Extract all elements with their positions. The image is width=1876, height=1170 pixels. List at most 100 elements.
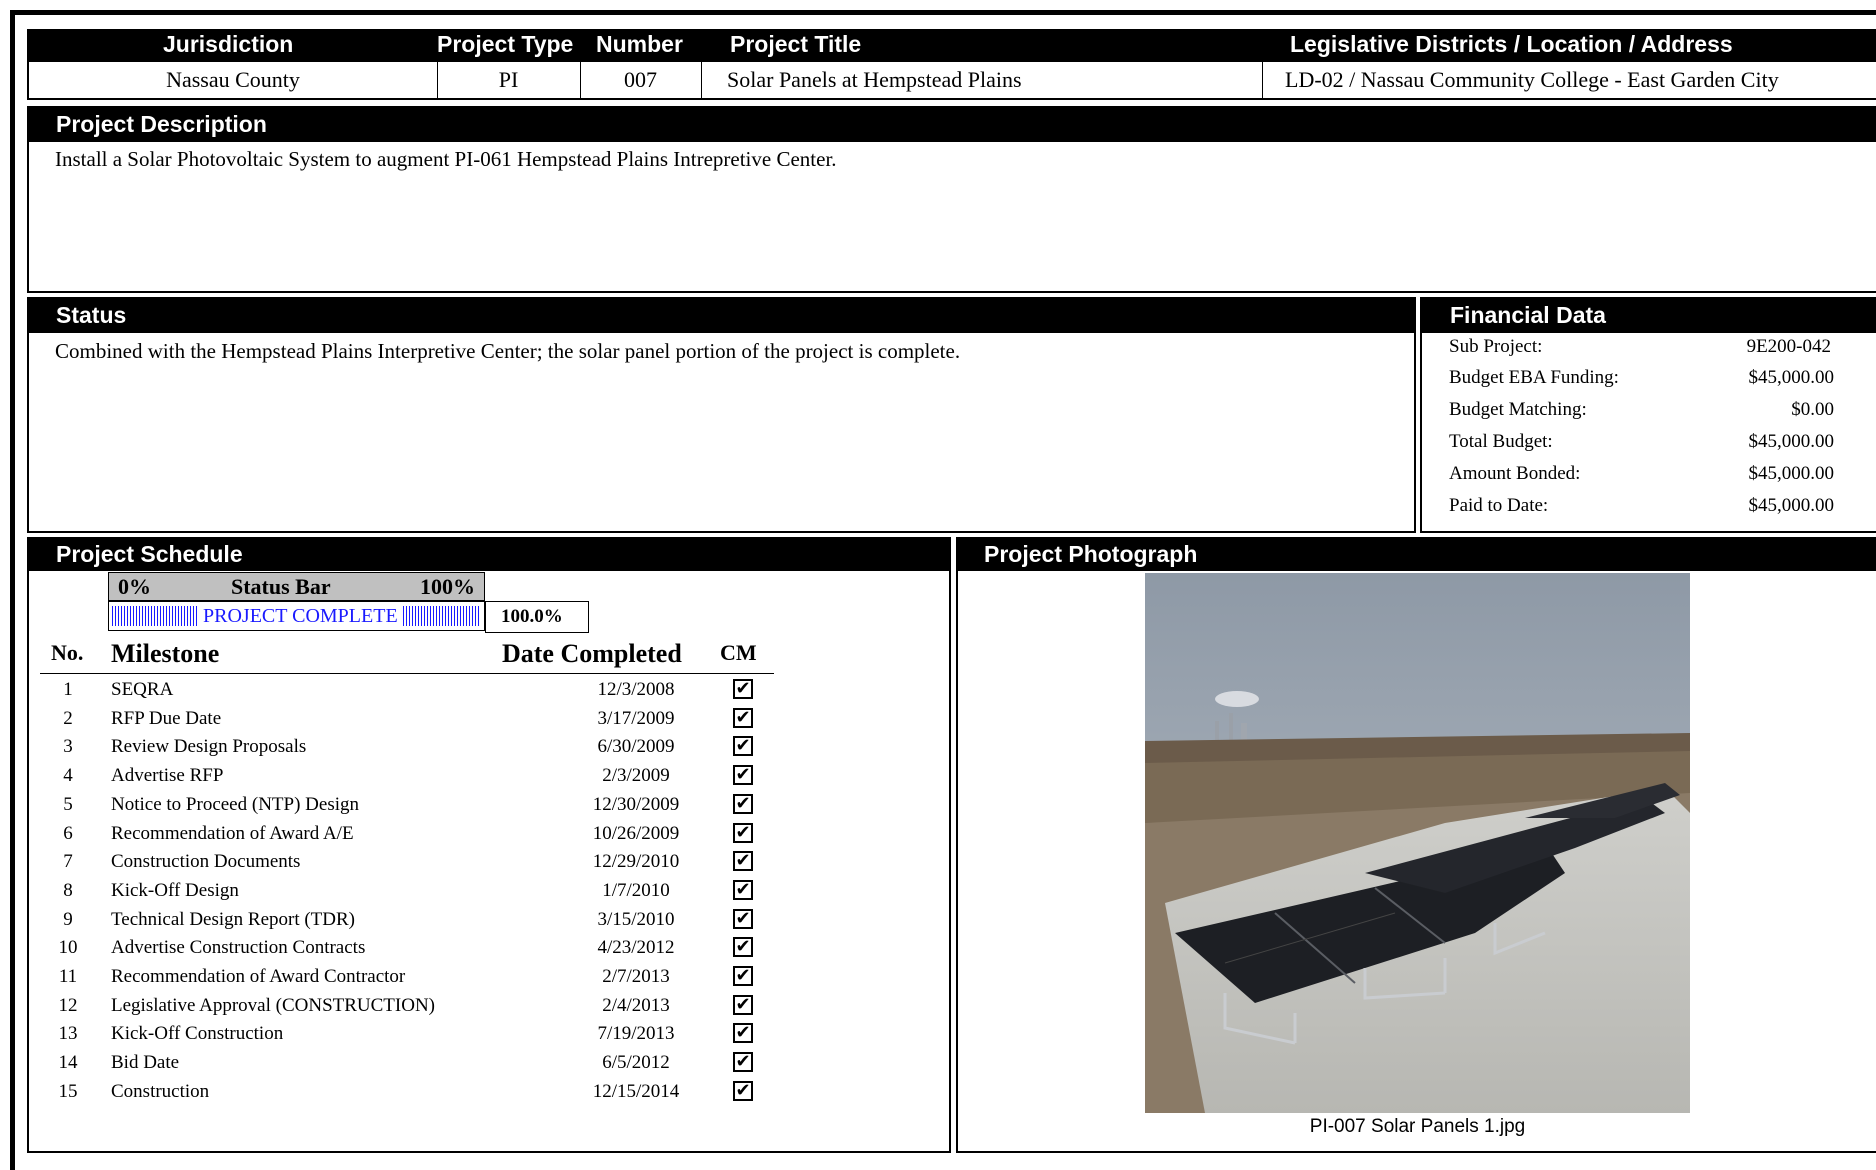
financial-value: $45,000.00 <box>1748 463 1835 484</box>
milestone-row: 9 Technical Design Report (TDR) 3/15/2010 ✔ <box>40 906 780 934</box>
milestone-name: SEQRA <box>111 679 174 700</box>
milestone-date: 2/4/2013 <box>602 994 670 1016</box>
milestone-row: 14 Bid Date 6/5/2012 ✔ <box>40 1049 780 1077</box>
milestone-date: 6/5/2012 <box>602 1052 670 1074</box>
milestone-number: 9 <box>63 908 73 930</box>
milestone-name: Advertise Construction Contracts <box>111 937 366 959</box>
project-type-value: PI <box>498 67 519 92</box>
description-title: Project Description <box>56 111 267 137</box>
milestone-row: 11 Recommendation of Award Contractor 2/7/… <box>40 963 780 991</box>
status-title-bar <box>27 297 1416 333</box>
milestone-checkbox[interactable]: ✔ <box>733 1080 753 1101</box>
financial-value: 9E200-042 <box>1746 336 1831 357</box>
milestone-number: 8 <box>63 879 73 901</box>
milestone-checkbox[interactable]: ✔ <box>733 1052 753 1073</box>
description-text: Install a Solar Photovoltaic System to a… <box>55 147 837 171</box>
milestone-name: Technical Design Report (TDR) <box>111 908 356 930</box>
col-header-date: Date Completed <box>502 639 682 668</box>
milestone-name: Notice to Proceed (NTP) Design <box>111 793 359 815</box>
financial-value: $45,000.00 <box>1748 495 1835 516</box>
col-header-milestone: Milestone <box>111 639 220 668</box>
status-percent-box: 100.0% <box>485 601 589 633</box>
milestone-row: 7 Construction Documents 12/29/2010 ✔ <box>40 848 780 876</box>
milestone-checkbox[interactable]: ✔ <box>733 765 753 786</box>
milestone-checkbox[interactable]: ✔ <box>733 851 753 872</box>
milestone-checkbox[interactable]: ✔ <box>733 908 753 929</box>
milestone-name: Construction Documents <box>111 851 301 873</box>
milestone-number: 10 <box>58 937 78 959</box>
financial-value: $45,000.00 <box>1748 367 1835 388</box>
milestone-number: 12 <box>58 994 78 1016</box>
milestone-name: Bid Date <box>111 1052 180 1074</box>
milestone-number: 1 <box>63 679 73 700</box>
financial-label: Total Budget: <box>1449 431 1553 452</box>
milestone-number: 15 <box>58 1080 78 1102</box>
financial-label: Paid to Date: <box>1449 495 1549 516</box>
location-value: LD-02 / Nassau Community College - East … <box>1285 67 1779 92</box>
financial-value: $0.00 <box>1791 399 1834 420</box>
milestone-date: 10/26/2009 <box>592 822 680 844</box>
col-header-no: No. <box>51 640 84 665</box>
milestone-row: 13 Kick-Off Construction 7/19/2013 ✔ <box>40 1020 780 1048</box>
status-bar-max-label: 100% <box>420 574 475 599</box>
milestone-checkbox[interactable]: ✔ <box>733 1023 753 1044</box>
milestone-checkbox[interactable]: ✔ <box>733 736 753 757</box>
milestone-number: 11 <box>58 966 78 987</box>
milestone-name: RFP Due Date <box>111 707 222 729</box>
financial-title: Financial Data <box>1450 302 1606 328</box>
status-title: Status <box>56 302 127 328</box>
milestone-date: 3/17/2009 <box>597 707 675 729</box>
milestone-row: 2 RFP Due Date 3/17/2009 ✔ <box>40 705 780 733</box>
milestone-number: 13 <box>58 1023 78 1045</box>
milestone-checkbox[interactable]: ✔ <box>733 822 753 843</box>
milestone-checkbox[interactable]: ✔ <box>733 679 753 699</box>
financial-label: Sub Project: <box>1449 336 1543 357</box>
milestone-number: 6 <box>63 822 73 844</box>
milestone-name: Construction <box>111 1080 210 1102</box>
col-header-cm: CM <box>720 640 757 665</box>
divider <box>701 62 702 100</box>
milestone-row: 3 Review Design Proposals 6/30/2009 ✔ <box>40 733 780 761</box>
milestone-date: 12/3/2008 <box>597 679 675 700</box>
project-photograph <box>1145 573 1690 1113</box>
milestone-date: 2/7/2013 <box>602 966 670 987</box>
milestone-number: 2 <box>63 707 73 729</box>
milestone-row: 8 Kick-Off Design 1/7/2010 ✔ <box>40 877 780 905</box>
milestone-checkbox[interactable]: ✔ <box>733 966 753 986</box>
project-title-value: Solar Panels at Hempstead Plains <box>727 67 1022 92</box>
milestone-checkbox[interactable]: ✔ <box>733 707 753 728</box>
milestone-number: 5 <box>63 793 73 815</box>
milestone-number: 14 <box>58 1052 78 1074</box>
jurisdiction-value: Nassau County <box>166 67 300 92</box>
financial-label: Amount Bonded: <box>1449 463 1581 484</box>
milestone-name: Recommendation of Award A/E <box>111 822 354 844</box>
milestone-row: 4 Advertise RFP 2/3/2009 ✔ <box>40 762 780 790</box>
financial-label: Budget EBA Funding: <box>1449 367 1619 388</box>
milestone-checkbox[interactable]: ✔ <box>733 793 753 814</box>
status-progress-label: PROJECT COMPLETE <box>199 602 402 630</box>
milestone-checkbox[interactable]: ✔ <box>733 994 753 1015</box>
col-header-location: Legislative Districts / Location / Addre… <box>1290 31 1733 57</box>
milestone-row: 10 Advertise Construction Contracts 4/23/2… <box>40 934 780 962</box>
milestone-name: Kick-Off Design <box>111 879 239 901</box>
milestone-date: 4/23/2012 <box>597 937 675 959</box>
col-header-project-title: Project Title <box>730 31 862 57</box>
col-header-project-type: Project Type <box>437 31 574 57</box>
col-header-number: Number <box>596 31 683 57</box>
milestone-date: 3/15/2010 <box>597 908 675 930</box>
milestone-row: 1 SEQRA 12/3/2008 ✔ <box>40 676 780 704</box>
milestone-header-underline <box>40 673 774 674</box>
number-value: 007 <box>624 67 657 92</box>
description-title-bar <box>27 106 1876 142</box>
financial-value: $45,000.00 <box>1748 431 1835 452</box>
milestone-date: 12/15/2014 <box>592 1080 680 1102</box>
milestone-row: 15 Construction 12/15/2014 ✔ <box>40 1078 780 1106</box>
milestone-date: 6/30/2009 <box>597 736 675 758</box>
milestone-date: 7/19/2013 <box>597 1023 675 1045</box>
milestone-checkbox[interactable]: ✔ <box>733 879 753 900</box>
milestone-name: Kick-Off Construction <box>111 1023 284 1045</box>
milestone-name: Advertise RFP <box>111 765 224 787</box>
schedule-title: Project Schedule <box>56 541 243 567</box>
milestone-checkbox[interactable]: ✔ <box>733 937 753 958</box>
milestone-number: 3 <box>63 736 73 758</box>
